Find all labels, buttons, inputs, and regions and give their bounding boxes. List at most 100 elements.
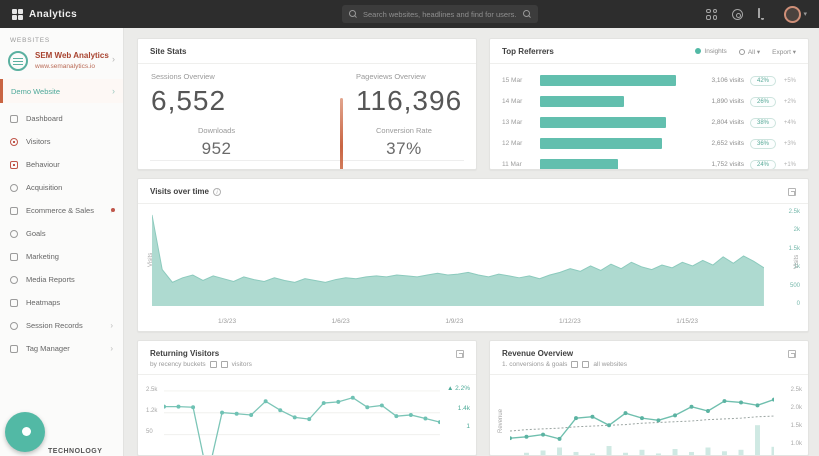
kpi-conversion: Conversion Rate 37% xyxy=(376,126,432,158)
teal-dot-icon xyxy=(695,48,702,54)
sidebar-item-label: Dashboard xyxy=(26,114,63,123)
bell-icon[interactable] xyxy=(758,7,761,18)
kpi-pageviews: Pageviews Overview 116,396 xyxy=(356,72,463,116)
kpi-sessions-value: 6,552 xyxy=(151,85,227,116)
referrer-label: 14 Mar xyxy=(502,98,523,105)
segment-icon[interactable] xyxy=(209,361,217,368)
annotation-change: ▲ 2.2% xyxy=(446,385,470,392)
site-selector[interactable]: SEM Web Analytics www.semanalytics.io › xyxy=(0,48,123,79)
referrer-tail: +1% xyxy=(783,161,796,168)
y-tick: 2.5k xyxy=(146,387,158,393)
help-chat-fab[interactable] xyxy=(5,412,45,452)
referrer-bar xyxy=(540,117,667,128)
info-icon[interactable]: i xyxy=(213,187,221,196)
referrer-bar-track xyxy=(540,75,676,86)
sidebar-item-demo-website[interactable]: Demo Website › xyxy=(0,79,123,103)
visits-area-chart[interactable] xyxy=(152,207,764,310)
circle-icon xyxy=(738,48,745,55)
sidebar-item-label: Behaviour xyxy=(26,160,60,169)
sidebar-item-heatmaps[interactable]: Heatmaps xyxy=(0,291,123,314)
logo-grid-icon xyxy=(12,8,23,20)
revenue-chart-yticks: 2.5k 2.0k 1.5k 1.0k xyxy=(791,387,802,447)
sidebar-item-label: Ecommerce & Sales xyxy=(26,206,94,215)
y-tick: 0 xyxy=(796,300,800,307)
referrer-bar-track xyxy=(540,138,676,149)
y-tick: 2.0k xyxy=(790,405,802,411)
chevron-right-icon: › xyxy=(110,321,113,330)
export-button[interactable]: Export ▾ xyxy=(772,48,796,56)
y-axis-title: Revenue xyxy=(498,408,504,433)
referrer-value: 1,752 visits xyxy=(711,161,744,168)
export-icon[interactable] xyxy=(788,350,796,358)
sidebar-item-dashboard[interactable]: Dashboard xyxy=(0,107,123,130)
visits-chart-xticks: 1/3/23 1/6/23 1/9/23 1/12/23 1/15/23 xyxy=(152,318,764,325)
subtitle-text-2: visitors xyxy=(231,361,252,368)
sidebar-nav: Dashboard Visitors Behaviour Acquisition Eco… xyxy=(0,107,123,360)
y-tick: 500 xyxy=(789,282,800,289)
segment-icon[interactable] xyxy=(571,361,579,368)
sidebar: WEBSITES SEM Web Analytics www.semanalyt… xyxy=(0,28,124,456)
returning-visitors-title: Returning Visitors xyxy=(150,349,220,358)
visits-chart-title: Visits over time xyxy=(150,187,209,196)
user-menu[interactable]: ▾ xyxy=(784,5,807,23)
global-search[interactable] xyxy=(342,5,538,23)
returning-visitors-chart[interactable] xyxy=(164,383,440,456)
referrer-row[interactable]: 15 Mar 3,106 visits 42% +5% xyxy=(502,70,796,91)
x-tick: 1/3/23 xyxy=(218,318,237,325)
export-icon[interactable] xyxy=(456,350,464,358)
referrer-bar-track xyxy=(540,117,676,128)
sidebar-item-ecommerce-sales[interactable]: Ecommerce & Sales› xyxy=(0,199,123,222)
sidebar-item-label: Visitors xyxy=(26,137,51,146)
referrer-label: 12 Mar xyxy=(502,140,523,147)
sidebar-item-tag-manager[interactable]: Tag Manager › xyxy=(0,337,123,360)
site-name: SEM Web Analytics xyxy=(35,51,109,60)
revenue-chart[interactable] xyxy=(510,383,774,456)
sidebar-item-acquisition[interactable]: Acquisition xyxy=(0,176,123,199)
sidebar-item-label: Heatmaps xyxy=(26,298,61,307)
referrer-tail: +3% xyxy=(783,140,796,147)
referrer-tail: +5% xyxy=(783,77,796,84)
referrer-row[interactable]: 12 Mar 2,652 visits 36% +3% xyxy=(502,133,796,154)
annotation-value: 1.4k xyxy=(457,405,470,412)
sidebar-item-visitors[interactable]: Visitors xyxy=(0,130,123,153)
filter-dropdown[interactable]: All ▾ xyxy=(738,48,760,56)
insights-toggle[interactable]: Insights xyxy=(695,48,727,55)
sidebar-item-behaviour[interactable]: Behaviour xyxy=(0,153,123,176)
sidebar-item-session-records[interactable]: Session Records › xyxy=(0,314,123,337)
y-tick: 1.0k xyxy=(790,441,802,447)
sidebar-item-goals[interactable]: Goals xyxy=(0,222,123,245)
referrer-row[interactable]: 14 Mar 1,890 visits 26% +2% xyxy=(502,91,796,112)
sidebar-item-label: Acquisition xyxy=(26,183,63,192)
site-logo-icon xyxy=(8,51,28,71)
dashboard-main: Site Stats Sessions Overview 6,552 Pagev… xyxy=(124,28,819,456)
topbar: Analytics ▾ xyxy=(0,0,819,28)
y-tick: 1.5k xyxy=(788,245,800,252)
app-logo[interactable]: Analytics xyxy=(12,8,77,20)
referrer-tail: +2% xyxy=(783,98,796,105)
apps-icon[interactable] xyxy=(706,8,718,20)
compare-icon[interactable] xyxy=(220,361,228,368)
site-url: www.semanalytics.io xyxy=(35,63,95,70)
referrer-bar xyxy=(540,96,625,107)
referrer-row[interactable]: 11 Mar 1,752 visits 24% +1% xyxy=(502,154,796,169)
y-axis-title-right: Visits xyxy=(793,254,800,269)
visitors-icon xyxy=(10,137,18,146)
referrer-value: 1,890 visits xyxy=(711,98,744,105)
referrer-badge: 42% xyxy=(749,75,776,86)
search-input[interactable] xyxy=(363,9,517,19)
sidebar-item-marketing[interactable]: Marketing xyxy=(0,245,123,268)
referrer-row[interactable]: 13 Mar 2,804 visits 38% +4% xyxy=(502,112,796,133)
referrers-card: Top Referrers Insights All ▾ Export ▾ 15… xyxy=(489,38,809,170)
x-tick: 1/9/23 xyxy=(445,318,464,325)
compare-icon[interactable] xyxy=(582,361,590,368)
chevron-right-icon: › xyxy=(112,54,115,64)
export-icon[interactable] xyxy=(788,187,796,196)
referrer-bar xyxy=(540,138,663,149)
search-icon-right xyxy=(523,10,531,18)
y-tick: 50 xyxy=(146,429,153,435)
gear-icon[interactable] xyxy=(732,8,744,20)
sidebar-item-media-reports[interactable]: Media Reports xyxy=(0,268,123,291)
sidebar-item-label: Tag Manager xyxy=(26,344,70,353)
x-tick: 1/15/23 xyxy=(676,318,698,325)
subtitle-text: by recency buckets xyxy=(150,361,206,368)
